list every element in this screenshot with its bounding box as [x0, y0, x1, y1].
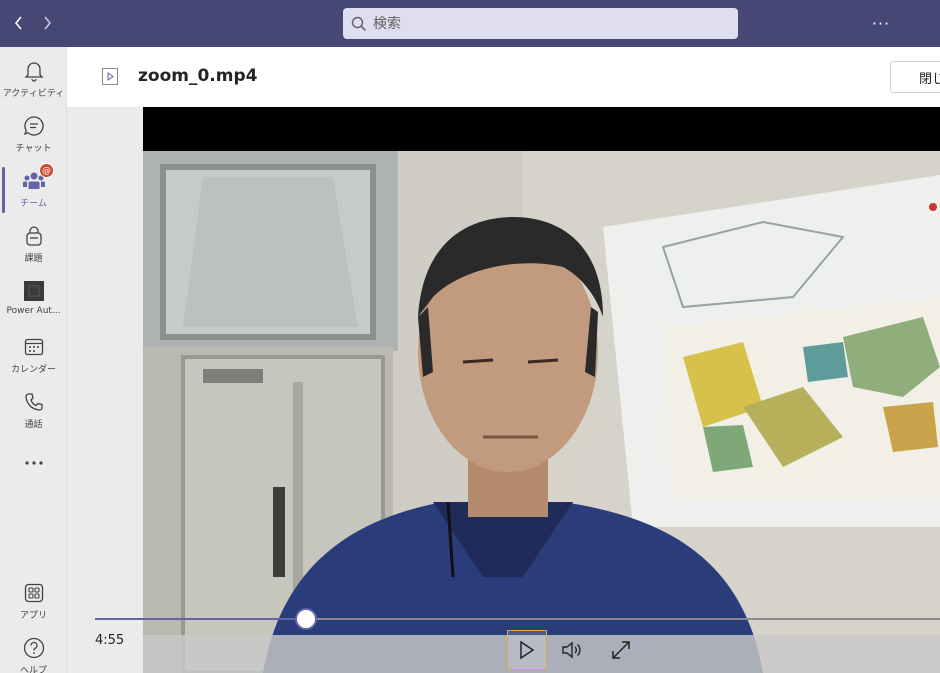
rail-item-label: チーム	[20, 199, 47, 209]
play-icon	[520, 640, 535, 660]
bell-icon	[23, 62, 44, 82]
chevron-left-icon	[14, 16, 22, 30]
chat-icon	[23, 116, 44, 136]
page-title: zoom_0.mp4	[138, 66, 258, 86]
rail-item-label: Power Aut...	[6, 306, 61, 316]
rail-item-label: アプリ	[19, 611, 47, 621]
rail-item-activity[interactable]: アクティビティ	[0, 55, 67, 107]
rail-item-help[interactable]: ヘルプ	[0, 632, 67, 673]
rail-item-teams[interactable]: @ チーム	[0, 163, 67, 217]
rail-item-calendar[interactable]: カレンダー	[0, 331, 67, 383]
app-rail: アクティビティ チャット @ チーム 課題 Power Aut... カレンダー…	[0, 47, 67, 673]
rail-item-assignments[interactable]: 課題	[0, 220, 67, 272]
fullscreen-button[interactable]	[601, 630, 641, 670]
rail-item-more[interactable]	[0, 447, 67, 499]
chevron-right-icon	[44, 16, 52, 30]
phone-icon	[24, 393, 43, 411]
search-input[interactable]	[373, 15, 713, 32]
file-header: zoom_0.mp4 閉じる	[67, 47, 940, 107]
more-options-button[interactable]: ···	[870, 14, 892, 33]
rail-item-label: 課題	[24, 254, 43, 264]
back-button[interactable]	[8, 12, 30, 34]
play-button[interactable]	[507, 630, 547, 670]
rail-item-power-automate[interactable]: Power Aut...	[0, 275, 67, 327]
video-player[interactable]	[143, 107, 940, 673]
close-button[interactable]: 閉じる	[890, 61, 940, 93]
rail-item-label: アクティビティ	[2, 89, 65, 99]
rail-item-apps[interactable]: アプリ	[0, 577, 67, 629]
power-automate-icon	[23, 281, 44, 301]
seek-bar-progress	[95, 618, 307, 620]
apps-icon	[24, 583, 43, 603]
rail-item-label: チャット	[15, 144, 52, 154]
video-frame-image	[143, 107, 940, 673]
top-bar: ···	[0, 0, 940, 47]
calendar-icon	[24, 338, 43, 356]
mention-badge: @	[39, 163, 54, 178]
help-icon	[23, 637, 44, 659]
volume-icon	[562, 641, 581, 659]
more-icon	[24, 461, 43, 465]
forward-button[interactable]	[36, 12, 58, 34]
rail-item-label: カレンダー	[10, 365, 56, 375]
rail-item-label: 通話	[24, 420, 43, 430]
rail-item-label: ヘルプ	[19, 666, 47, 673]
rail-item-calls[interactable]: 通話	[0, 386, 67, 438]
teams-window: ··· アクティビティ チャット @ チーム 課題 Power Aut... カ…	[0, 0, 940, 673]
fullscreen-icon	[612, 641, 630, 659]
rail-item-chat[interactable]: チャット	[0, 110, 67, 162]
assignments-icon	[25, 226, 42, 246]
search-box[interactable]	[343, 8, 738, 39]
video-file-icon	[102, 68, 118, 85]
current-time: 4:55	[95, 633, 125, 648]
volume-button[interactable]	[552, 630, 592, 670]
search-icon	[351, 16, 367, 31]
